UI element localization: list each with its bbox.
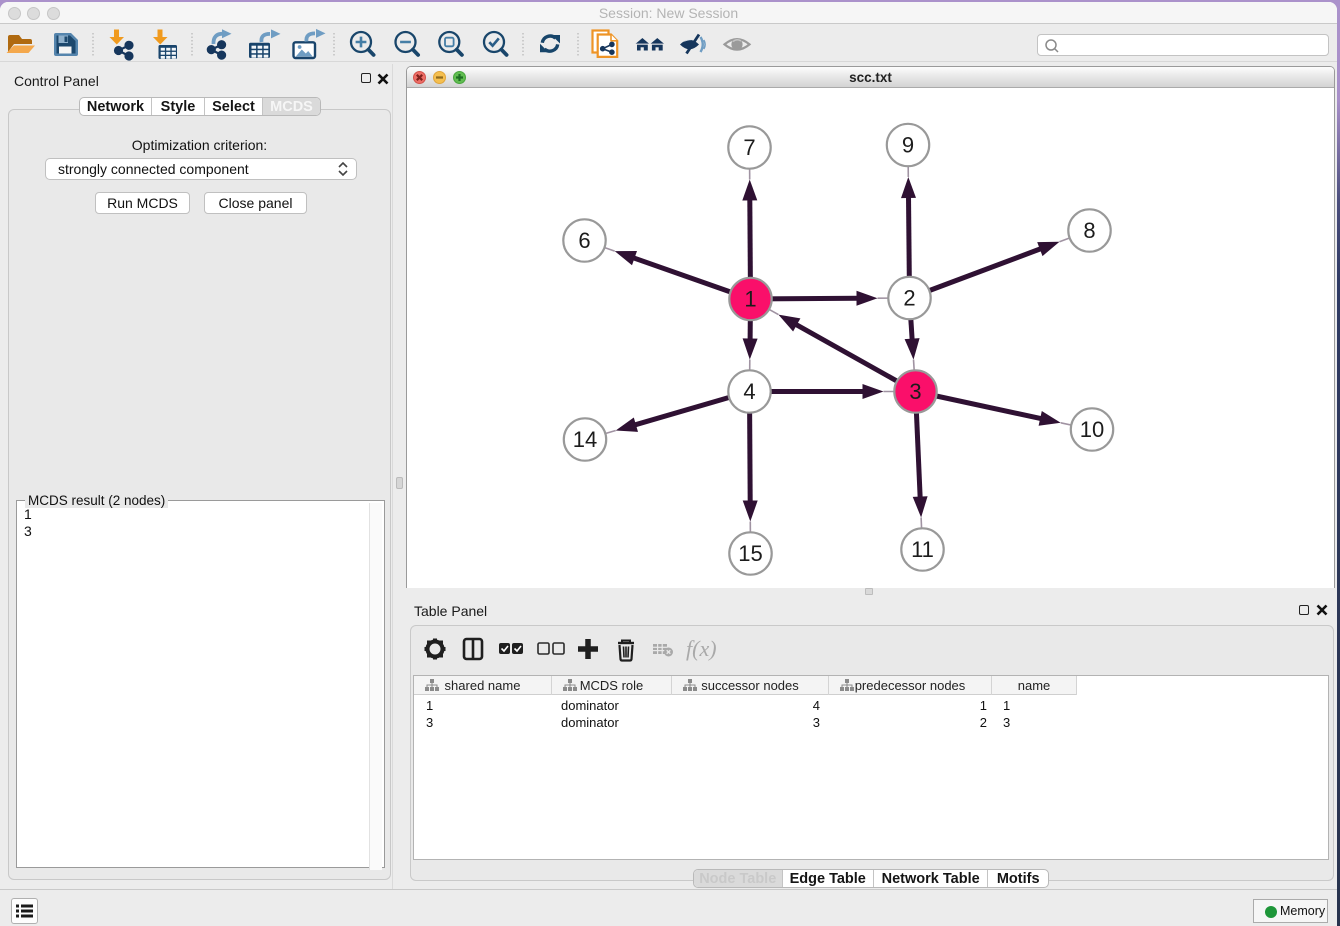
svg-text:11: 11 (911, 537, 934, 562)
svg-text:15: 15 (738, 541, 762, 566)
svg-text:8: 8 (1083, 218, 1095, 243)
svg-text:3: 3 (909, 379, 921, 404)
svg-text:6: 6 (578, 228, 590, 253)
svg-text:2: 2 (903, 286, 915, 311)
svg-text:14: 14 (573, 427, 597, 452)
svg-text:7: 7 (743, 135, 755, 160)
svg-text:10: 10 (1080, 417, 1104, 442)
svg-text:1: 1 (744, 287, 756, 312)
svg-text:4: 4 (743, 379, 755, 404)
svg-text:9: 9 (902, 133, 914, 158)
svg-text:f(x): f(x) (686, 636, 717, 661)
